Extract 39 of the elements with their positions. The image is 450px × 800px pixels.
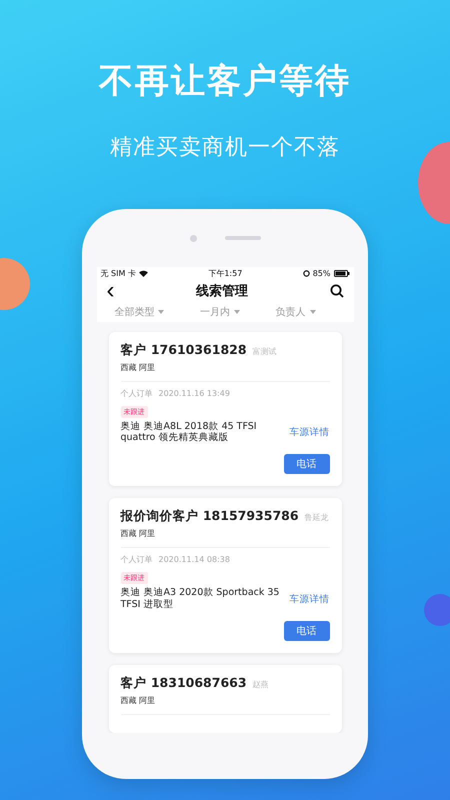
order-date: 2020.11.16 13:49 <box>158 388 230 398</box>
order-type: 个人订单 <box>120 388 152 398</box>
order-date: 2020.11.14 08:38 <box>158 555 230 564</box>
car-details-link[interactable]: 车源详情 <box>290 426 330 439</box>
region-text: 西藏 阿里 <box>120 528 156 540</box>
customer-name: 客户 17610361828 <box>120 342 247 358</box>
filter-dropdown[interactable]: 一月内 <box>200 305 240 320</box>
call-button[interactable]: 电话 <box>284 621 330 641</box>
back-button[interactable]: ‹ <box>106 279 114 304</box>
car-description: 奥迪 奥迪A3 2020款 Sportback 35 TFSI 进取型 <box>120 587 280 611</box>
customer-name: 客户 18310687663 <box>120 675 247 692</box>
lock-rotation-icon <box>302 270 310 277</box>
headline: 不再让客户等待 <box>99 60 351 103</box>
caret-icon <box>234 310 240 314</box>
customer-name: 报价询价客户 18157935786 <box>120 508 299 526</box>
region-text: 西藏 阿里 <box>120 695 156 706</box>
filter-dropdown[interactable]: 负责人 <box>276 305 316 320</box>
wifi-icon <box>138 270 148 277</box>
owner-name: 赵燕 <box>252 679 269 690</box>
carrier-label: 无 SIM 卡 <box>100 268 136 279</box>
clock: 下午1:57 <box>208 268 242 279</box>
region-text: 西藏 阿里 <box>120 362 156 372</box>
car-details-link[interactable]: 车源详情 <box>290 592 330 606</box>
call-button[interactable]: 电话 <box>284 454 330 474</box>
order-type: 个人订单 <box>120 554 152 566</box>
search-icon[interactable] <box>330 284 344 298</box>
page-title: 线索管理 <box>196 282 248 300</box>
car-description: 奥迪 奥迪A8L 2018款 45 TFSI quattro 领先精英典藏版 <box>120 420 258 444</box>
caret-icon <box>310 310 316 314</box>
circle-decoration <box>424 594 450 626</box>
owner-name: 鲁延龙 <box>304 512 329 524</box>
camera-dot <box>190 234 196 242</box>
speaker-grille <box>224 236 260 240</box>
caret-icon <box>158 310 164 314</box>
subheadline: 精准买卖商机一个不落 <box>110 134 340 162</box>
battery-percent: 85% <box>312 268 330 278</box>
owner-name: 富测试 <box>252 346 277 356</box>
filter-dropdown[interactable]: 全部类型 <box>114 305 164 320</box>
battery-icon <box>334 270 350 277</box>
